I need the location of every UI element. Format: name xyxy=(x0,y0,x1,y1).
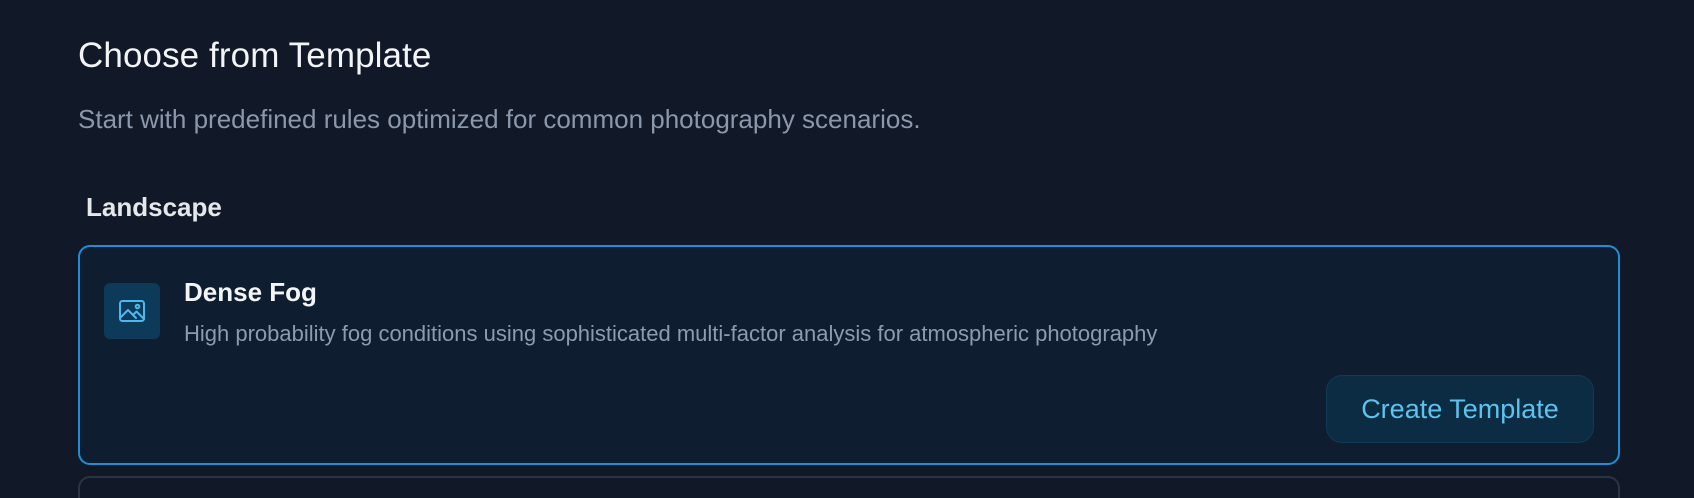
create-template-button[interactable]: Create Template xyxy=(1326,375,1594,443)
template-title: Dense Fog xyxy=(184,277,317,307)
template-card-next[interactable] xyxy=(78,476,1620,498)
page-title: Choose from Template xyxy=(78,36,432,75)
template-description: High probability fog conditions using so… xyxy=(184,321,1158,346)
section-heading-landscape: Landscape xyxy=(86,192,222,222)
page-subtitle: Start with predefined rules optimized fo… xyxy=(78,104,921,134)
image-icon xyxy=(104,283,160,339)
template-chooser-page: Choose from Template Start with predefin… xyxy=(0,0,1694,498)
template-card-dense-fog[interactable]: Dense Fog High probability fog condition… xyxy=(78,245,1620,465)
